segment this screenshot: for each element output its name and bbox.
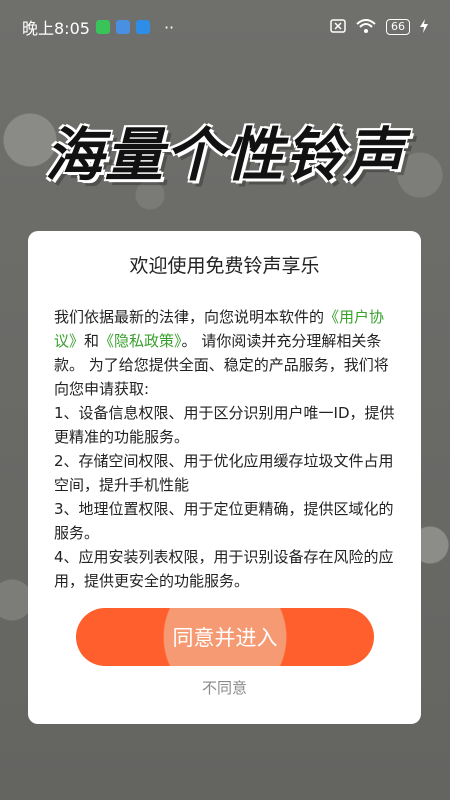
status-time: 晚上8:05 [22,19,90,38]
charging-icon [420,18,428,37]
dialog-body: 我们依据最新的法律，向您说明本软件的《用户协议》和《隐私政策》。 请你阅读并充分… [54,305,397,593]
privacy-dialog: 欢迎使用免费铃声享乐 我们依据最新的法律，向您说明本软件的《用户协议》和《隐私政… [28,231,421,724]
intro-prefix: 我们依据最新的法律，向您说明本软件的 [54,308,325,326]
battery-icon: 66 [386,19,410,35]
permission-item-4: 4、应用安装列表权限，用于识别设备存在风险的应用，提供更安全的功能服务。 [54,548,394,590]
permission-item-1: 1、设备信息权限、用于区分识别用户唯一ID，提供更精准的功能服务。 [54,404,395,446]
notification-app-icon [95,20,110,34]
and-text: 和 [84,332,100,350]
permission-item-3: 3、地理位置权限、用于定位更精确，提供区域化的服务。 [54,500,394,542]
sim-off-icon [330,18,346,37]
dialog-intro: 我们依据最新的法律，向您说明本软件的《用户协议》和《隐私政策》。 请你阅读并充分… [54,305,397,401]
dialog-title: 欢迎使用免费铃声享乐 [129,255,320,277]
status-left: 晚上8:05 ·· [22,15,174,39]
permission-item-2: 2、存储空间权限、用于优化应用缓存垃圾文件占用空间，提升手机性能 [54,452,394,494]
notification-cloud-icon [135,20,150,34]
status-bar: 晚上8:05 ·· 66 [0,0,450,54]
status-right: 66 [330,18,428,37]
more-notifications-icon: ·· [163,17,175,37]
hero-title: 海量个性铃声 [44,121,405,189]
agree-button[interactable]: 同意并进入 [76,608,374,666]
disagree-button[interactable]: 不同意 [28,677,421,698]
notification-mail-icon [115,20,130,34]
wifi-icon [356,18,376,37]
privacy-policy-link[interactable]: 《隐私政策》 [99,332,182,350]
